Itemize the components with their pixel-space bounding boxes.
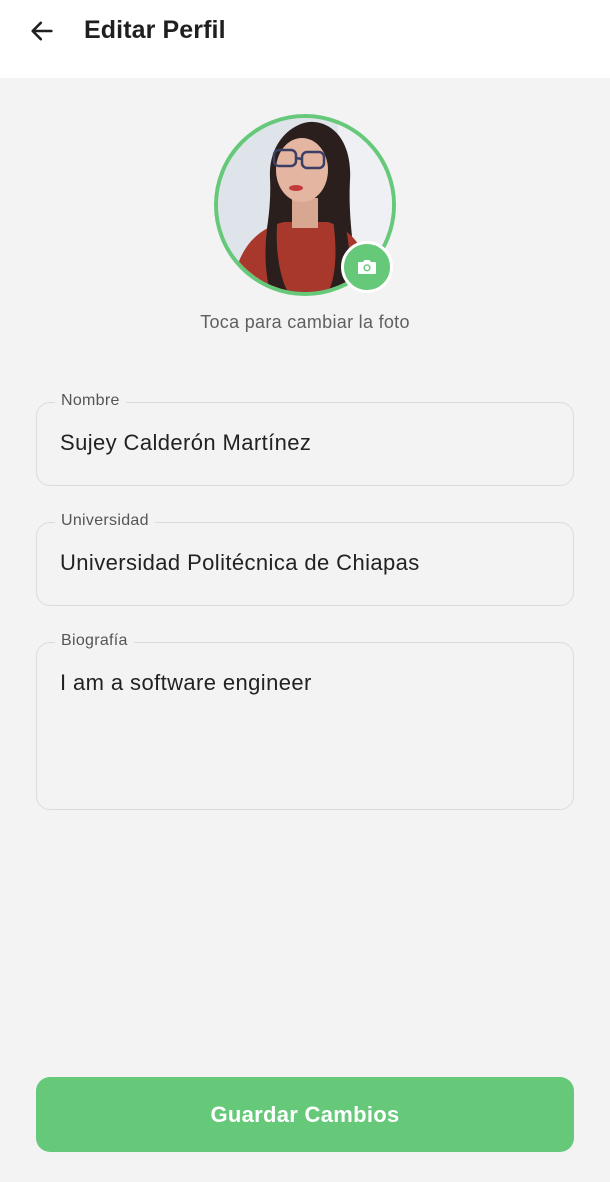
name-field[interactable]: Nombre Sujey Calderón Martínez (36, 391, 574, 486)
biography-field-value[interactable]: I am a software engineer (60, 669, 312, 697)
biography-field[interactable]: Biografía I am a software engineer (36, 631, 574, 810)
save-changes-button[interactable]: Guardar Cambios (36, 1077, 574, 1152)
university-field[interactable]: Universidad Universidad Politécnica de C… (36, 511, 574, 606)
profile-photo-picker[interactable] (214, 114, 396, 296)
app-bar: Editar Perfil (0, 0, 610, 78)
camera-icon (358, 260, 376, 274)
save-changes-label: Guardar Cambios (210, 1101, 400, 1127)
university-field-value[interactable]: Universidad Politécnica de Chiapas (60, 549, 420, 577)
university-field-label: Universidad (55, 511, 155, 531)
name-field-label: Nombre (55, 391, 126, 411)
arrow-left-icon (31, 21, 53, 41)
change-photo-button[interactable] (341, 241, 393, 293)
back-button[interactable] (22, 11, 62, 51)
change-photo-hint: Toca para cambiar la foto (200, 312, 410, 332)
biography-field-label: Biografía (55, 631, 134, 651)
name-field-value[interactable]: Sujey Calderón Martínez (60, 429, 311, 457)
page-title: Editar Perfil (84, 16, 226, 44)
